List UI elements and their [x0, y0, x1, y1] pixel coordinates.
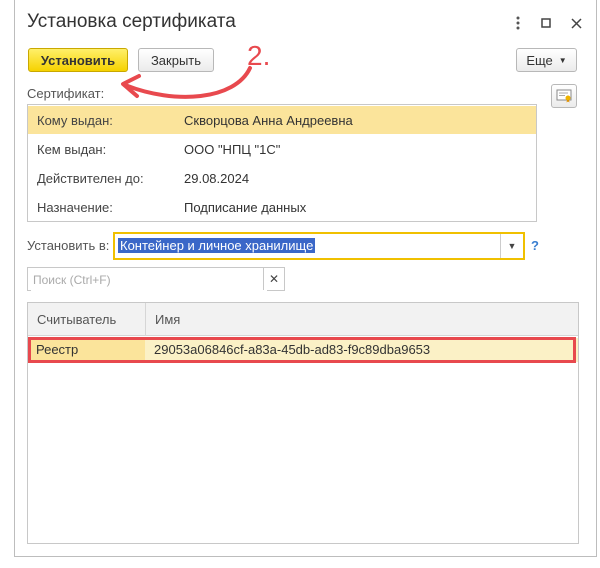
column-divider — [145, 303, 146, 335]
column-header-reader[interactable]: Считыватель — [37, 312, 116, 327]
certificate-details: Кому выдан: Скворцова Анна Андреевна Кем… — [27, 104, 537, 222]
chevron-down-icon: ▼ — [558, 55, 567, 65]
cert-value: 29.08.2024 — [184, 171, 250, 186]
install-to-label: Установить в: — [27, 238, 110, 253]
column-header-name[interactable]: Имя — [155, 312, 180, 327]
cert-key: Действителен до: — [37, 171, 144, 186]
chevron-down-icon[interactable]: ▼ — [500, 234, 523, 258]
certificate-view-button[interactable] — [551, 84, 577, 108]
install-to-select[interactable]: Контейнер и личное хранилище ▼ — [113, 232, 525, 260]
certificate-install-window: Установка сертификата Установить Закрыть… — [14, 0, 597, 557]
more-menu-icon[interactable] — [507, 12, 529, 34]
maximize-icon[interactable] — [535, 12, 557, 34]
cert-row-issued-to: Кому выдан: Скворцова Анна Андреевна — [28, 106, 536, 134]
table-header: Считыватель Имя — [28, 303, 578, 336]
cert-key: Кем выдан: — [37, 142, 107, 157]
certificate-label: Сертификат: — [27, 86, 105, 101]
more-button[interactable]: Еще ▼ — [516, 48, 577, 72]
window-title: Установка сертификата — [27, 11, 236, 32]
reader-value: Реестр — [36, 342, 79, 357]
cert-row-issued-by: Кем выдан: ООО "НПЦ "1С" — [28, 135, 536, 163]
search-field: ✕ — [27, 267, 285, 291]
certificate-icon — [556, 89, 572, 103]
search-input[interactable] — [31, 269, 267, 291]
cert-key: Кому выдан: — [37, 113, 113, 128]
cert-row-purpose: Назначение: Подписание данных — [28, 193, 536, 221]
clear-icon[interactable]: ✕ — [263, 268, 284, 290]
table-row[interactable]: Реестр 29053a06846cf-a83a-45db-ad83-f9c8… — [28, 338, 578, 362]
name-value: 29053a06846cf-a83a-45db-ad83-f9c89dba965… — [154, 342, 431, 357]
cert-row-valid-until: Действителен до: 29.08.2024 — [28, 164, 536, 192]
readers-table: Считыватель Имя Реестр 29053a06846cf-a83… — [27, 302, 579, 544]
cert-value: Скворцова Анна Андреевна — [184, 113, 353, 128]
install-to-value: Контейнер и личное хранилище — [118, 238, 316, 253]
close-icon[interactable] — [565, 12, 587, 34]
cert-value: Подписание данных — [184, 200, 307, 215]
more-button-label: Еще — [526, 52, 553, 68]
annotation-arrow-icon — [121, 66, 252, 99]
cert-value: ООО "НПЦ "1С" — [184, 142, 281, 157]
cert-key: Назначение: — [37, 200, 113, 215]
reader-cell: Реестр — [28, 338, 145, 362]
help-icon[interactable]: ? — [531, 238, 539, 253]
